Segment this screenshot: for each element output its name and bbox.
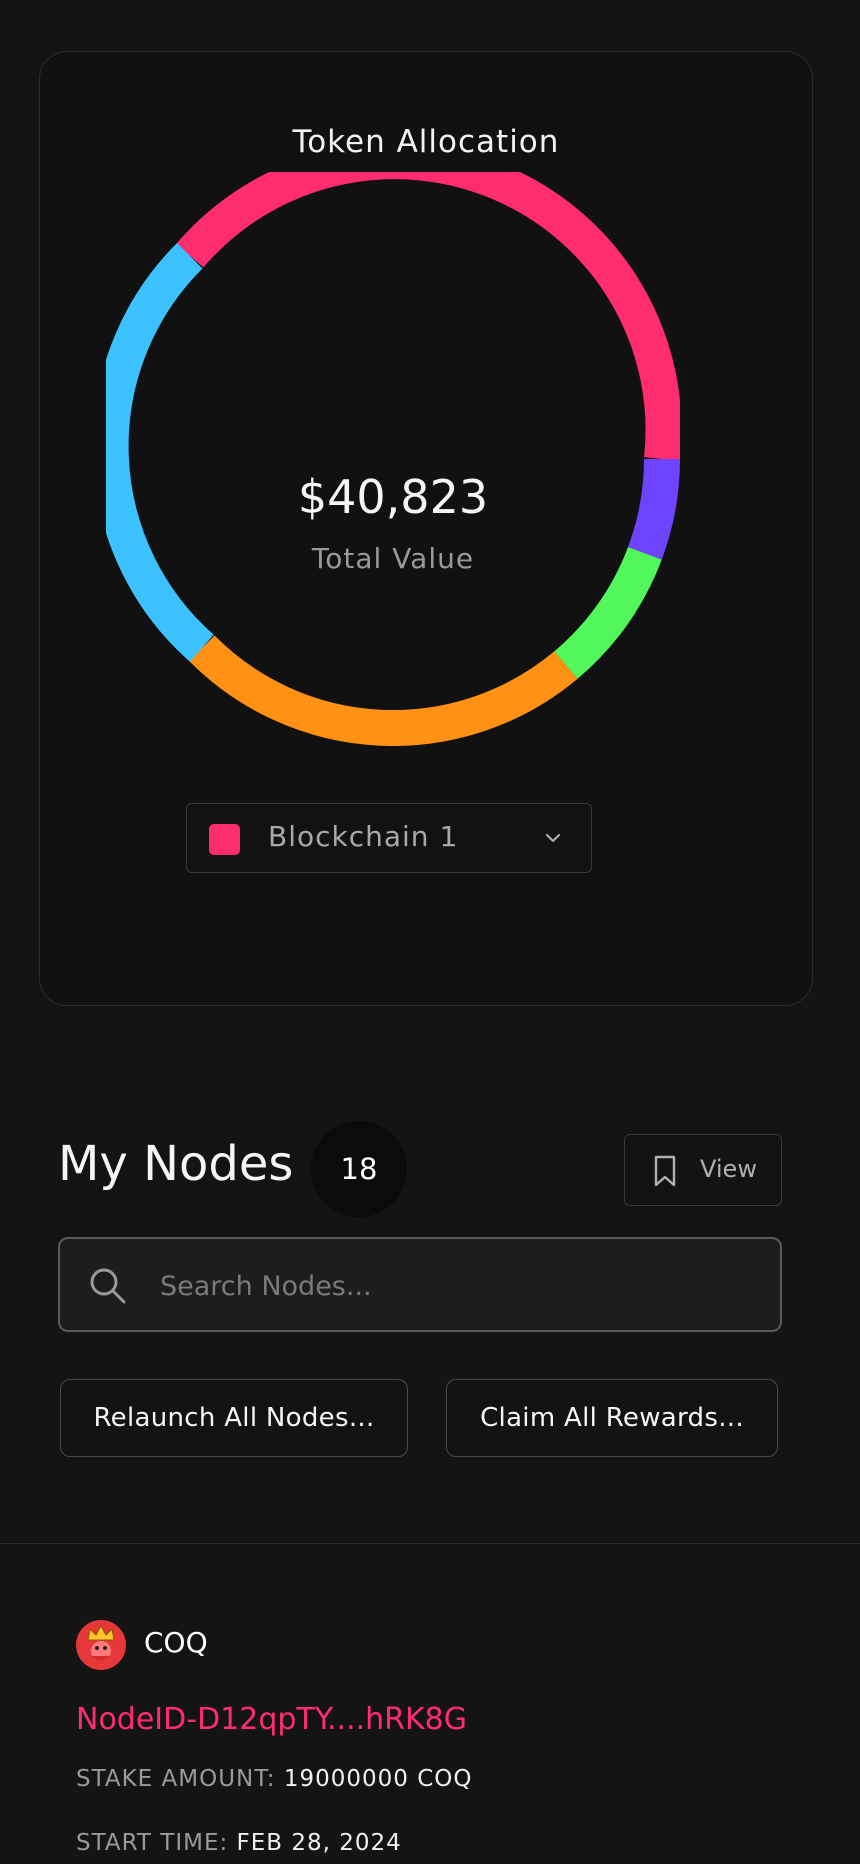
chain-color-swatch: [209, 824, 240, 855]
my-nodes-title: My Nodes: [58, 1136, 294, 1192]
start-time-row: START TIME: FEB 28, 2024: [76, 1830, 402, 1856]
claim-all-rewards-button[interactable]: Claim All Rewards...: [446, 1379, 778, 1457]
coin-name: COQ: [144, 1626, 208, 1659]
start-time-value: FEB 28, 2024: [236, 1830, 402, 1856]
search-nodes-input[interactable]: [158, 1259, 752, 1313]
view-button-label: View: [700, 1155, 757, 1183]
node-count-badge: 18: [311, 1121, 407, 1217]
stake-amount-value: 19000000 COQ: [283, 1766, 473, 1792]
search-box: [58, 1237, 782, 1332]
section-divider: [0, 1543, 860, 1544]
donut-center: $40,823 Total Value: [106, 172, 680, 746]
relaunch-all-nodes-button[interactable]: Relaunch All Nodes...: [60, 1379, 408, 1457]
start-time-key: START TIME:: [76, 1830, 229, 1856]
view-button[interactable]: View: [624, 1134, 782, 1206]
stake-amount-key: STAKE AMOUNT:: [76, 1766, 276, 1792]
coq-token-icon: [76, 1620, 126, 1670]
blockchain-select[interactable]: Blockchain 1: [186, 803, 592, 873]
stake-amount-row: STAKE AMOUNT: 19000000 COQ: [76, 1766, 472, 1792]
chevron-down-icon: [545, 833, 561, 843]
total-value: $40,823: [297, 470, 489, 524]
total-value-label: Total Value: [311, 542, 475, 575]
blockchain-select-label: Blockchain 1: [268, 820, 459, 853]
node-id-link[interactable]: NodeID-D12qpTY....hRK8G: [76, 1702, 467, 1737]
search-icon: [90, 1268, 126, 1304]
card-title: Token Allocation: [292, 124, 560, 160]
bookmark-icon: [654, 1155, 676, 1187]
